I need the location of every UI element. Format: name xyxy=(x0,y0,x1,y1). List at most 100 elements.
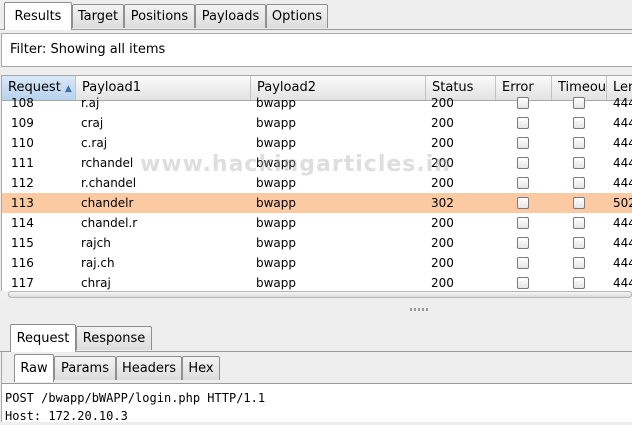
tab-target[interactable]: Target xyxy=(72,4,124,28)
error-checkbox[interactable] xyxy=(517,157,529,169)
table-row[interactable]: 117 chraj bwapp 200 444 xyxy=(2,273,632,293)
filter-bar[interactable]: Filter: Showing all items xyxy=(1,33,632,67)
tab-hex[interactable]: Hex xyxy=(182,356,220,380)
cell-status: 200 xyxy=(431,176,454,190)
timeout-checkbox[interactable] xyxy=(573,197,585,209)
timeout-checkbox[interactable] xyxy=(573,257,585,269)
cell-status: 200 xyxy=(431,116,454,130)
cell-payload1: craj xyxy=(81,116,104,130)
error-checkbox[interactable] xyxy=(517,237,529,249)
tab-positions[interactable]: Positions xyxy=(124,4,195,28)
tab-request[interactable]: Request xyxy=(10,324,76,352)
table-row[interactable]: 116 raj.ch bwapp 200 444 xyxy=(2,253,632,273)
cell-payload1: chandelr xyxy=(81,196,134,210)
timeout-checkbox[interactable] xyxy=(573,157,585,169)
cell-request: 113 xyxy=(11,196,34,210)
cell-payload1: rajch xyxy=(81,236,111,250)
cell-payload2: bwapp xyxy=(256,216,297,230)
timeout-checkbox[interactable] xyxy=(573,137,585,149)
error-checkbox[interactable] xyxy=(517,97,529,109)
cell-status: 302 xyxy=(431,196,454,210)
cell-request: 111 xyxy=(11,156,34,170)
table-row[interactable]: 109 craj bwapp 200 444 xyxy=(2,113,632,133)
pane-splitter[interactable] xyxy=(0,299,632,321)
table-row[interactable]: 113 chandelr bwapp 302 502 xyxy=(2,193,632,213)
cell-status: 200 xyxy=(431,96,454,110)
timeout-checkbox[interactable] xyxy=(573,237,585,249)
timeout-checkbox[interactable] xyxy=(573,277,585,289)
table-row[interactable]: 110 c.raj bwapp 200 444 xyxy=(2,133,632,153)
request-response-tab-bar: Request Response xyxy=(0,322,632,352)
tab-params[interactable]: Params xyxy=(54,356,116,380)
timeout-checkbox[interactable] xyxy=(573,177,585,189)
cell-length: 502 xyxy=(613,196,632,210)
tab-results[interactable]: Results xyxy=(4,2,72,30)
horizontal-scrollbar[interactable] xyxy=(0,291,632,299)
error-checkbox[interactable] xyxy=(517,197,529,209)
cell-request: 115 xyxy=(11,236,34,250)
cell-request: 110 xyxy=(11,136,34,150)
cell-payload2: bwapp xyxy=(256,256,297,270)
cell-payload1: raj.ch xyxy=(81,256,115,270)
cell-payload2: bwapp xyxy=(256,96,297,110)
results-table: Request ▲ Payload1 Payload2 Status Error … xyxy=(1,75,632,299)
raw-line: POST /bwapp/bWAPP/login.php HTTP/1.1 xyxy=(5,391,266,405)
splitter-grip-icon[interactable] xyxy=(410,308,430,311)
tab-headers[interactable]: Headers xyxy=(116,356,182,380)
cell-payload2: bwapp xyxy=(256,276,297,290)
cell-length: 444 xyxy=(613,216,632,230)
cell-length: 444 xyxy=(613,136,632,150)
cell-payload1: chraj xyxy=(81,276,111,290)
cell-length: 444 xyxy=(613,256,632,270)
cell-payload1: r.aj xyxy=(81,96,100,110)
cell-status: 200 xyxy=(431,236,454,250)
tab-options[interactable]: Options xyxy=(266,4,328,28)
cell-length: 444 xyxy=(613,156,632,170)
cell-request: 112 xyxy=(11,176,34,190)
raw-request-text[interactable]: POST /bwapp/bWAPP/login.php HTTP/1.1 Host… xyxy=(5,389,265,425)
cell-request: 116 xyxy=(11,256,34,270)
cell-status: 200 xyxy=(431,276,454,290)
error-checkbox[interactable] xyxy=(517,137,529,149)
cell-payload1: c.raj xyxy=(81,136,108,150)
cell-payload2: bwapp xyxy=(256,116,297,130)
scrollbar-thumb[interactable] xyxy=(8,291,632,298)
cell-payload2: bwapp xyxy=(256,236,297,250)
table-row[interactable]: 108 r.aj bwapp 200 444 xyxy=(2,93,632,113)
cell-status: 200 xyxy=(431,136,454,150)
cell-length: 444 xyxy=(613,96,632,110)
cell-payload2: bwapp xyxy=(256,136,297,150)
cell-request: 109 xyxy=(11,116,34,130)
cell-request: 117 xyxy=(11,276,34,290)
error-checkbox[interactable] xyxy=(517,257,529,269)
tab-response[interactable]: Response xyxy=(76,326,152,350)
cell-length: 444 xyxy=(613,236,632,250)
cell-payload1: r.chandel xyxy=(81,176,137,190)
error-checkbox[interactable] xyxy=(517,217,529,229)
cell-status: 200 xyxy=(431,156,454,170)
cell-payload1: chandel.r xyxy=(81,216,138,230)
timeout-checkbox[interactable] xyxy=(573,117,585,129)
cell-payload2: bwapp xyxy=(256,156,297,170)
error-checkbox[interactable] xyxy=(517,117,529,129)
cell-request: 108 xyxy=(11,96,34,110)
timeout-checkbox[interactable] xyxy=(573,97,585,109)
cell-status: 200 xyxy=(431,256,454,270)
cell-status: 200 xyxy=(431,216,454,230)
error-checkbox[interactable] xyxy=(517,277,529,289)
tab-payloads[interactable]: Payloads xyxy=(195,4,266,28)
cell-payload2: bwapp xyxy=(256,196,297,210)
table-row[interactable]: 111 rchandel bwapp 200 444 xyxy=(2,153,632,173)
error-checkbox[interactable] xyxy=(517,177,529,189)
cell-length: 444 xyxy=(613,176,632,190)
cell-payload1: rchandel xyxy=(81,156,134,170)
raw-line: Host: 172.20.10.3 xyxy=(5,409,128,423)
table-row[interactable]: 115 rajch bwapp 200 444 xyxy=(2,233,632,253)
cell-payload2: bwapp xyxy=(256,176,297,190)
tab-raw[interactable]: Raw xyxy=(14,354,54,382)
table-row[interactable]: 112 r.chandel bwapp 200 444 xyxy=(2,173,632,193)
timeout-checkbox[interactable] xyxy=(573,217,585,229)
cell-length: 444 xyxy=(613,276,632,290)
table-row[interactable]: 114 chandel.r bwapp 200 444 xyxy=(2,213,632,233)
top-tab-bar: Results Target Positions Payloads Option… xyxy=(0,0,632,30)
